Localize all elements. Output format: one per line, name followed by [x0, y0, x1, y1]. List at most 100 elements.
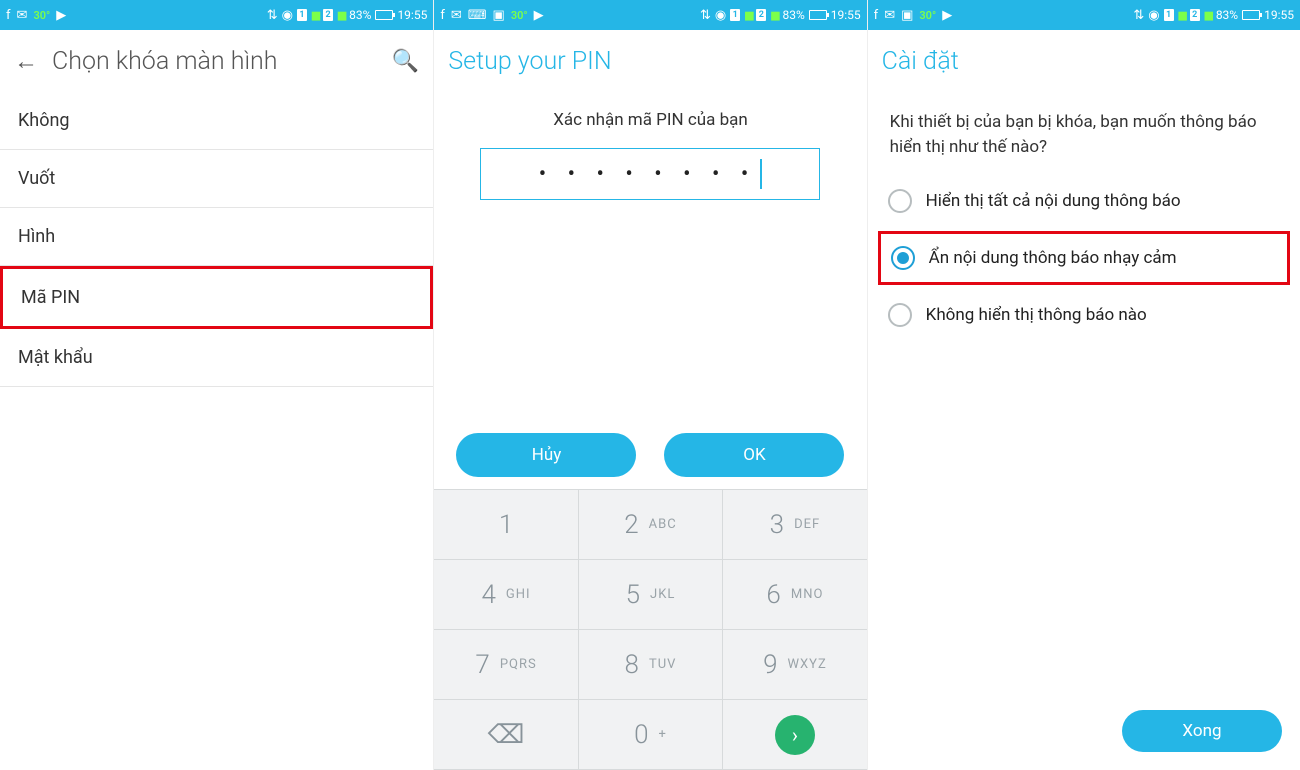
facebook-icon: f	[440, 9, 445, 22]
back-icon[interactable]: ←	[14, 47, 38, 76]
signal2-icon: ▮▮	[337, 9, 345, 22]
digit-key-2[interactable]: 2ABC	[579, 490, 723, 560]
battery-percent: 83%	[1216, 8, 1238, 22]
clock: 19:55	[397, 8, 427, 22]
digit-key-4[interactable]: 4 GHI	[434, 560, 578, 630]
keyboard-icon: ⌨	[468, 9, 487, 22]
key-letters: MNO	[791, 587, 824, 602]
sim1-icon: 1	[297, 9, 307, 21]
key-letters: JKL	[650, 587, 675, 602]
notification-option[interactable]: Ẩn nội dung thông báo nhạy cảm	[878, 231, 1290, 285]
radio-icon	[888, 189, 912, 213]
search-icon[interactable]: 🔍	[392, 49, 419, 74]
lock-option[interactable]: Không	[0, 92, 433, 150]
key-number: 9	[763, 650, 777, 680]
settings-question: Khi thiết bị của bạn bị khóa, bạn muốn t…	[868, 92, 1300, 171]
pin-prompt: Xác nhận mã PIN của bạn	[434, 110, 866, 130]
key-number: 5	[626, 580, 640, 610]
pin-dots: • • • • • • • •	[539, 162, 757, 187]
signal1-icon: ▮▮	[744, 9, 752, 22]
page-title: Setup your PIN	[448, 47, 611, 76]
battery-percent: 83%	[349, 8, 371, 22]
ok-button[interactable]: OK	[664, 433, 844, 477]
key-letters: +	[659, 727, 667, 742]
lock-option[interactable]: Hình	[0, 208, 433, 266]
sim1-icon: 1	[730, 9, 740, 21]
battery-icon	[375, 10, 393, 20]
backspace-key[interactable]: ⌫	[434, 700, 578, 770]
key-number: 0	[634, 720, 648, 750]
temperature: 30°	[919, 9, 936, 22]
playstore-icon: ▶	[56, 9, 66, 22]
signal1-icon: ▮▮	[1178, 9, 1186, 22]
wifi-icon: ⇅	[267, 9, 278, 22]
sim2-icon: 2	[323, 9, 333, 21]
key-letters: DEF	[794, 517, 820, 532]
sim2-icon: 2	[1190, 9, 1200, 21]
signal2-icon: ▮▮	[1204, 9, 1212, 22]
wifi-signal-icon: ◉	[1148, 9, 1159, 22]
sim2-icon: 2	[756, 9, 766, 21]
pin-input[interactable]: • • • • • • • •	[480, 148, 820, 200]
key-letters: TUV	[649, 657, 676, 672]
caret	[760, 159, 762, 189]
key-letters: WXYZ	[787, 657, 826, 672]
key-letters: GHI	[506, 587, 531, 602]
key-number: 4	[482, 580, 496, 610]
messenger-icon: ✉	[884, 9, 895, 22]
digit-key-8[interactable]: 8 TUV	[579, 630, 723, 700]
status-bar: f ✉ 30° ▶ ⇅ ◉ 1 ▮▮ 2 ▮▮ 83% 19:55	[0, 0, 433, 30]
page-title: Cài đặt	[882, 47, 959, 76]
radio-icon	[888, 303, 912, 327]
digit-key-6[interactable]: 6 MNO	[723, 560, 866, 630]
wifi-signal-icon: ◉	[715, 9, 726, 22]
temperature: 30°	[511, 9, 528, 22]
appbar: Cài đặt	[868, 30, 1300, 92]
battery-percent: 83%	[782, 8, 804, 22]
page-title: Chọn khóa màn hình	[52, 47, 278, 76]
notification-options: Hiển thị tất cả nội dung thông báo Ẩn nội…	[868, 171, 1300, 345]
key-number: 8	[625, 650, 639, 680]
temperature: 30°	[33, 9, 50, 22]
option-label: Ẩn nội dung thông báo nhạy cảm	[929, 248, 1177, 268]
notification-option[interactable]: Không hiển thị thông báo nào	[878, 291, 1290, 339]
option-label: Không hiển thị thông báo nào	[926, 305, 1147, 325]
key-number: 6	[766, 580, 780, 610]
key-number: ⌫	[488, 720, 525, 750]
image-icon: ▣	[493, 9, 505, 22]
appbar: ← Chọn khóa màn hình 🔍	[0, 30, 433, 92]
radio-icon	[891, 246, 915, 270]
numeric-keypad: 12ABC3DEF4GHI5JKL6MNO7PQRS8TUV9WXYZ⌫0+›	[434, 489, 866, 770]
digit-key-0[interactable]: 0+	[579, 700, 723, 770]
wifi-signal-icon: ◉	[282, 9, 293, 22]
appbar: Setup your PIN	[434, 30, 866, 92]
digit-key-5[interactable]: 5 JKL	[579, 560, 723, 630]
wifi-icon: ⇅	[700, 9, 711, 22]
panel-notification-settings: f ✉ ▣ 30° ▶ ⇅ ◉ 1 ▮▮ 2 ▮▮ 83% 19:55 Cài …	[867, 0, 1300, 770]
clock: 19:55	[831, 8, 861, 22]
lock-option[interactable]: Vuốt	[0, 150, 433, 208]
go-icon: ›	[775, 715, 815, 755]
battery-icon	[809, 10, 827, 20]
key-number: 7	[475, 650, 489, 680]
digit-key-1[interactable]: 1	[434, 490, 578, 560]
facebook-icon: f	[874, 9, 879, 22]
notification-option[interactable]: Hiển thị tất cả nội dung thông báo	[878, 177, 1290, 225]
messenger-icon: ✉	[451, 9, 462, 22]
lock-option[interactable]: Mã PIN	[0, 266, 433, 329]
digit-key-3[interactable]: 3DEF	[723, 490, 866, 560]
done-button[interactable]: Xong	[1122, 710, 1282, 752]
signal2-icon: ▮▮	[770, 9, 778, 22]
cancel-button[interactable]: Hủy	[456, 433, 636, 477]
playstore-icon: ▶	[534, 9, 544, 22]
image-icon: ▣	[901, 9, 913, 22]
digit-key-7[interactable]: 7PQRS	[434, 630, 578, 700]
digit-key-9[interactable]: 9 WXYZ	[723, 630, 866, 700]
facebook-icon: f	[6, 9, 11, 22]
key-number: 2	[624, 510, 638, 540]
messenger-icon: ✉	[17, 9, 28, 22]
lock-option[interactable]: Mật khẩu	[0, 329, 433, 387]
battery-icon	[1242, 10, 1260, 20]
go-key[interactable]: ›	[723, 700, 866, 770]
sim1-icon: 1	[1164, 9, 1174, 21]
